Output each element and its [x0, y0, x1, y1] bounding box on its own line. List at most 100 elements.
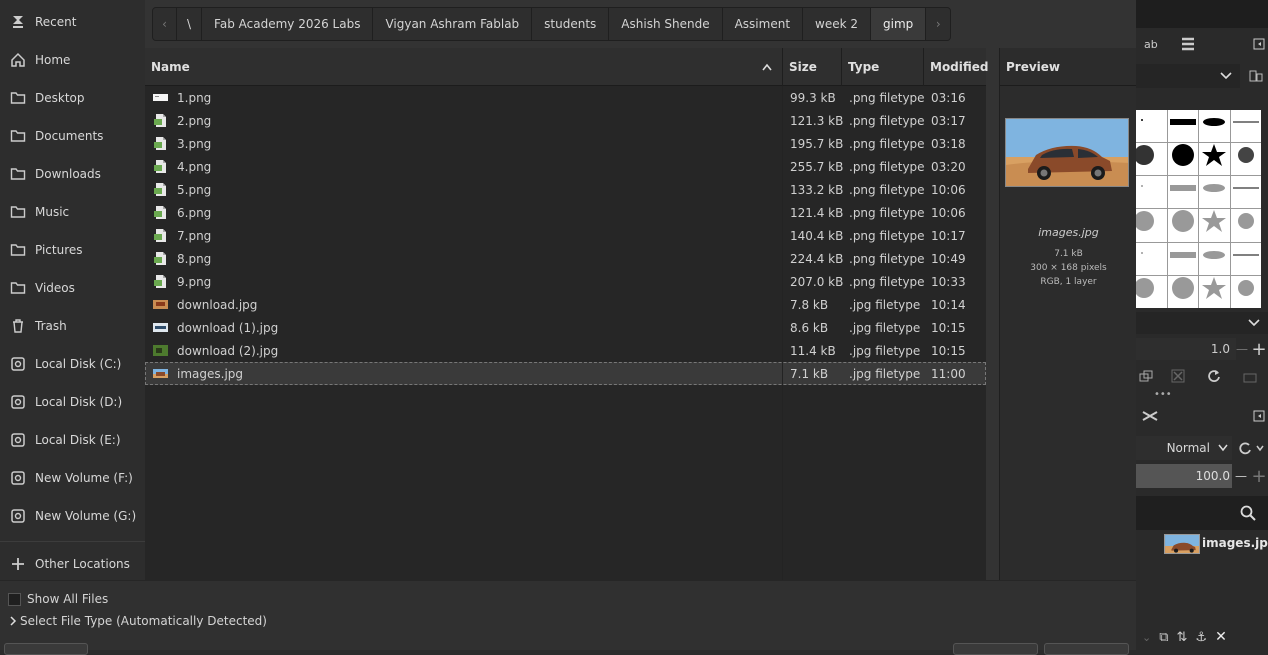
sort-layers-icon[interactable]: ⇅	[1177, 630, 1188, 645]
sidebar-item-recent[interactable]: Recent	[0, 5, 145, 39]
layers-tab-icon[interactable]	[1140, 406, 1160, 426]
brush-swatch[interactable]	[1199, 143, 1230, 176]
path-crumb[interactable]: Vigyan Ashram Fablab	[373, 8, 533, 40]
dock-separator-grip[interactable]: •••	[1154, 390, 1172, 400]
refresh-icon[interactable]	[1204, 366, 1224, 386]
open-button[interactable]	[1044, 643, 1129, 655]
brush-swatch[interactable]	[1230, 110, 1261, 143]
path-crumb[interactable]: Assiment	[722, 8, 804, 40]
brush-filter-combo[interactable]	[1136, 64, 1240, 88]
sidebar-item-local-disk-c[interactable]: Local Disk (C:)	[0, 347, 145, 381]
sidebar-item-desktop[interactable]: Desktop	[0, 81, 145, 115]
minus-icon[interactable]: —	[1234, 340, 1250, 358]
sidebar-item-home[interactable]: Home	[0, 43, 145, 77]
show-all-files-checkbox[interactable]: Show All Files	[8, 592, 108, 606]
brush-swatch[interactable]	[1199, 275, 1230, 308]
column-type-header[interactable]: Type	[842, 48, 924, 86]
brush-spacing-field[interactable]: 1.0	[1136, 338, 1236, 360]
sidebar-item-local-disk-e[interactable]: Local Disk (E:)	[0, 423, 145, 457]
brush-swatch[interactable]	[1134, 143, 1167, 176]
dock-menu-icon[interactable]	[1250, 34, 1268, 54]
sidebar-item-other-locations[interactable]: Other Locations	[0, 547, 145, 581]
column-name-header[interactable]: Name	[145, 48, 783, 86]
brush-swatch[interactable]	[1199, 242, 1230, 275]
path-back-button[interactable]: ‹	[153, 8, 177, 40]
layer-mode-combo[interactable]: Normal	[1136, 436, 1232, 460]
plus-icon[interactable]: +	[1250, 466, 1268, 487]
file-row[interactable]: 3.png 195.7 kB .png filetype 03:18	[145, 132, 986, 155]
dock-menu-icon[interactable]	[1250, 406, 1268, 426]
file-row[interactable]: images.jpg 7.1 kB .jpg filetype 11:00	[145, 362, 986, 385]
opacity-field[interactable]: 100.0	[1136, 464, 1232, 488]
path-root-button[interactable]: \	[177, 8, 203, 40]
brush-swatch[interactable]	[1167, 143, 1198, 176]
brush-swatch[interactable]	[1230, 143, 1261, 176]
export-icon[interactable]	[1240, 366, 1260, 386]
path-crumb[interactable]: Ashish Shende	[609, 8, 723, 40]
path-forward-button[interactable]: ›	[926, 8, 951, 40]
file-row[interactable]: 6.png 121.4 kB .png filetype 10:06	[145, 201, 986, 224]
sidebar-item-trash[interactable]: Trash	[0, 309, 145, 343]
layer-search-bar[interactable]	[1136, 496, 1268, 530]
file-row[interactable]: 7.png 140.4 kB .png filetype 10:17	[145, 224, 986, 247]
close-icon[interactable]: ✕	[1215, 629, 1227, 645]
file-row[interactable]: download.jpg 7.8 kB .jpg filetype 10:14	[145, 293, 986, 316]
reset-mode-icon[interactable]	[1236, 438, 1268, 458]
brush-swatch[interactable]	[1167, 275, 1198, 308]
brushes-tab-icon[interactable]	[1176, 34, 1200, 54]
minus-icon[interactable]: —	[1232, 466, 1250, 486]
layer-row[interactable]: images.jpg	[1136, 532, 1268, 556]
column-size-header[interactable]: Size	[783, 48, 842, 86]
brush-swatch[interactable]	[1136, 242, 1167, 275]
brush-swatch[interactable]	[1199, 209, 1230, 242]
chevron-down-icon[interactable]: ⌄	[1142, 631, 1151, 644]
sidebar-item-pictures[interactable]: Pictures	[0, 233, 145, 267]
file-row[interactable]: download (2).jpg 11.4 kB .jpg filetype 10:1…	[145, 339, 986, 362]
file-row[interactable]: 5.png 133.2 kB .png filetype 10:06	[145, 178, 986, 201]
sidebar-item-music[interactable]: Music	[0, 195, 145, 229]
file-row[interactable]: 2.png 121.3 kB .png filetype 03:17	[145, 109, 986, 132]
checkbox-box[interactable]	[8, 592, 21, 606]
search-icon[interactable]	[1240, 505, 1256, 521]
file-row[interactable]: 4.png 255.7 kB .png filetype 03:20	[145, 155, 986, 178]
brush-swatch[interactable]	[1136, 110, 1167, 143]
path-crumb[interactable]: Fab Academy 2026 Labs	[202, 8, 374, 40]
file-row[interactable]: 1.png 99.3 kB .png filetype 03:16	[145, 86, 986, 109]
brush-preset-combo[interactable]	[1136, 312, 1268, 334]
sidebar-item-videos[interactable]: Videos	[0, 271, 145, 305]
file-row[interactable]: 8.png 224.4 kB .png filetype 10:49	[145, 247, 986, 270]
file-row[interactable]: 9.png 207.0 kB .png filetype 10:33	[145, 270, 986, 293]
brush-swatch[interactable]	[1230, 242, 1261, 275]
file-row[interactable]: download (1).jpg 8.6 kB .jpg filetype 10:15	[145, 316, 986, 339]
file-type-expander[interactable]: Select File Type (Automatically Detected…	[8, 614, 267, 628]
sidebar-item-new-volume-f[interactable]: New Volume (F:)	[0, 461, 145, 495]
brush-swatch[interactable]	[1199, 110, 1230, 143]
help-button[interactable]	[4, 643, 88, 655]
new-layer-icon[interactable]: ⧉	[1159, 630, 1168, 645]
brush-swatch[interactable]	[1230, 209, 1261, 242]
brush-swatch[interactable]	[1167, 176, 1198, 209]
brush-swatch[interactable]	[1167, 209, 1198, 242]
anchor-icon[interactable]: ⚓	[1195, 630, 1207, 645]
path-crumb[interactable]: students	[532, 8, 610, 40]
path-crumb[interactable]: gimp	[871, 8, 927, 40]
brush-swatch[interactable]	[1230, 176, 1261, 209]
text-tool-icon[interactable]: ab	[1140, 34, 1164, 54]
delete-icon[interactable]	[1168, 366, 1188, 386]
brush-swatch[interactable]	[1199, 176, 1230, 209]
brush-grid[interactable]	[1134, 110, 1261, 308]
sidebar-item-documents[interactable]: Documents	[0, 119, 145, 153]
brush-swatch[interactable]	[1167, 110, 1198, 143]
duplicate-icon[interactable]	[1136, 366, 1156, 386]
brush-swatch[interactable]	[1136, 176, 1167, 209]
cancel-button[interactable]	[953, 643, 1038, 655]
brush-swatch[interactable]	[1134, 209, 1167, 242]
tag-icon[interactable]	[1246, 66, 1266, 86]
sidebar-item-new-volume-g[interactable]: New Volume (G:)	[0, 499, 145, 533]
sidebar-item-downloads[interactable]: Downloads	[0, 157, 145, 191]
brush-swatch[interactable]	[1167, 242, 1198, 275]
sidebar-item-local-disk-d[interactable]: Local Disk (D:)	[0, 385, 145, 419]
column-modified-header[interactable]: Modified	[924, 48, 989, 86]
plus-icon[interactable]: +	[1250, 339, 1268, 360]
path-crumb[interactable]: week 2	[803, 8, 872, 40]
